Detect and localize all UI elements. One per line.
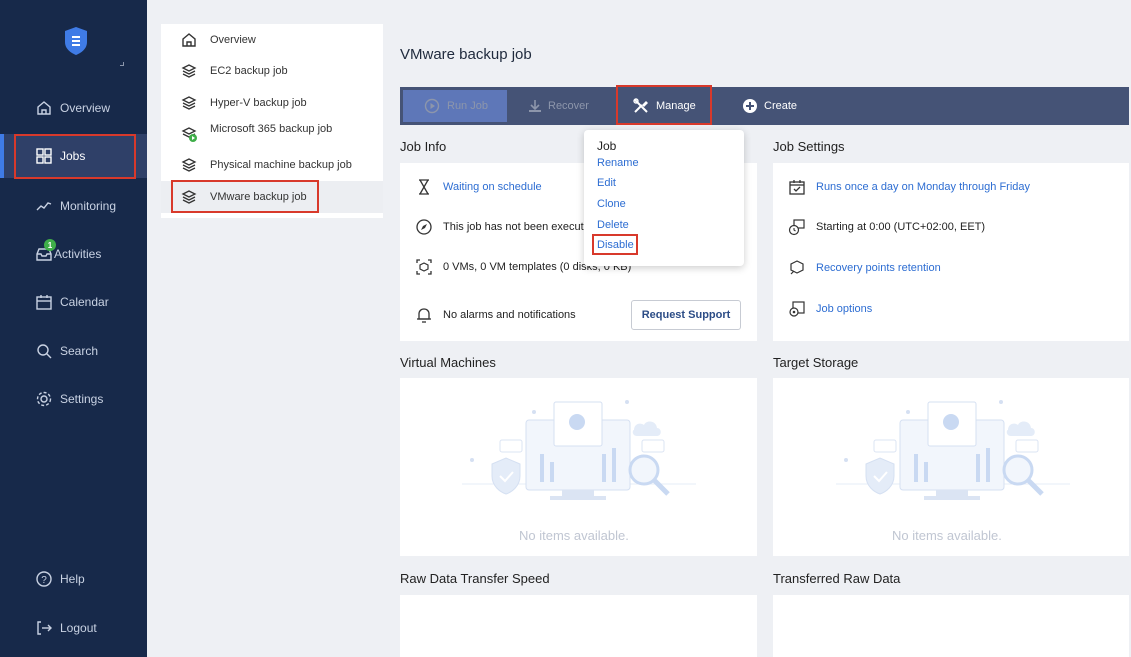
menu-item-delete[interactable]: Delete: [597, 219, 629, 231]
create-button[interactable]: Create: [742, 87, 797, 125]
compass-icon: [416, 219, 432, 235]
inbox-icon: 1: [34, 239, 56, 264]
job-options-link[interactable]: Job options: [816, 303, 872, 315]
tree-item-overview[interactable]: Overview: [180, 25, 256, 55]
start-time-row: Starting at 0:00 (UTC+02:00, EET): [788, 218, 985, 236]
create-label: Create: [764, 100, 798, 112]
tree-item-ec2[interactable]: EC2 backup job: [180, 56, 288, 86]
bell-icon: [417, 308, 431, 323]
download-icon: [529, 100, 541, 112]
menu-item-rename[interactable]: Rename: [597, 157, 639, 169]
request-support-button[interactable]: Request Support: [631, 300, 741, 330]
app-logo: [65, 27, 87, 55]
nav-overview[interactable]: Overview: [0, 86, 147, 130]
gear-icon: [34, 389, 54, 409]
left-navigation: Overview Jobs Monitoring 1 Activities Ca…: [0, 0, 147, 657]
recover-label: Recover: [548, 100, 589, 112]
nav-label: Help: [60, 572, 85, 586]
dropdown-header: Job: [597, 139, 617, 153]
retention-icon: [790, 260, 804, 275]
tree-item-physical[interactable]: Physical machine backup job: [180, 150, 352, 180]
job-status-row: Waiting on schedule: [415, 178, 542, 196]
search-icon: [34, 341, 54, 361]
tree-item-label: Physical machine backup job: [210, 159, 352, 171]
nav-label: Search: [60, 344, 99, 358]
tree-item-label: Microsoft 365 backup job: [210, 123, 333, 135]
menu-item-clone[interactable]: Clone: [597, 198, 626, 210]
retention-row: Recovery points retention: [788, 259, 941, 277]
empty-state-illustration: [836, 400, 1070, 500]
highlight-disable: [592, 234, 638, 255]
page-title: VMware backup job: [400, 46, 532, 63]
vm-icon: [416, 259, 432, 275]
calendar-check-icon: [789, 180, 805, 195]
job-execution-text: This job has not been execut: [443, 221, 584, 233]
highlight-jobs: [14, 134, 136, 179]
logout-icon: [34, 618, 54, 638]
run-job-label: Run Job: [447, 100, 488, 112]
schedule-row: Runs once a day on Monday through Friday: [788, 178, 1030, 196]
nav-label: Overview: [60, 101, 111, 115]
nav-logout[interactable]: Logout: [0, 606, 147, 650]
home-icon: [34, 98, 54, 118]
retention-link[interactable]: Recovery points retention: [816, 262, 941, 274]
collapse-icon[interactable]: [120, 62, 124, 66]
activities-badge: 1: [44, 239, 56, 251]
nav-search[interactable]: Search: [0, 329, 147, 373]
pulse-icon: [34, 196, 54, 216]
nav-label: Activities: [54, 247, 102, 261]
raw-transferred-card: [773, 595, 1129, 657]
play-icon: [424, 98, 440, 114]
tree-item-label: Overview: [210, 34, 256, 46]
plus-circle-icon: [743, 99, 757, 113]
virtual-machines-title: Virtual Machines: [400, 355, 496, 370]
tree-item-label: EC2 backup job: [210, 65, 288, 77]
start-time-text: Starting at 0:00 (UTC+02:00, EET): [816, 221, 986, 233]
recover-button[interactable]: Recover: [527, 87, 589, 125]
nav-label: Calendar: [60, 295, 109, 309]
target-storage-title: Target Storage: [773, 355, 859, 370]
hourglass-icon: [419, 179, 429, 195]
job-options-row: Job options: [788, 300, 872, 318]
nav-monitoring[interactable]: Monitoring: [0, 184, 147, 228]
storage-empty-text: No items available.: [892, 528, 1002, 543]
tree-item-m365[interactable]: Microsoft 365 backup job: [180, 119, 332, 149]
job-alarms-row: No alarms and notifications: [415, 306, 576, 324]
empty-state-illustration: [462, 400, 696, 500]
clock-calendar-icon: [788, 219, 805, 236]
raw-transferred-title: Transferred Raw Data: [773, 571, 901, 586]
nav-help[interactable]: ? Help: [0, 557, 147, 601]
home-icon: [182, 33, 196, 47]
raw-speed-title: Raw Data Transfer Speed: [400, 571, 550, 586]
job-execution-row: This job has not been execut: [415, 218, 584, 236]
backup-job-icon: [181, 64, 197, 78]
nav-activities[interactable]: 1 Activities: [0, 232, 147, 276]
run-job-button[interactable]: Run Job: [424, 87, 488, 125]
job-status-link[interactable]: Waiting on schedule: [443, 181, 542, 193]
nav-label: Monitoring: [60, 199, 117, 213]
help-icon: ?: [34, 569, 54, 589]
backup-job-running-icon: [181, 127, 197, 142]
settings-window-icon: [789, 301, 805, 317]
nav-label: Settings: [60, 392, 104, 406]
menu-item-edit[interactable]: Edit: [597, 177, 616, 189]
calendar-icon: [34, 292, 54, 312]
tree-item-hyperv[interactable]: Hyper-V backup job: [180, 88, 307, 118]
job-info-title: Job Info: [400, 139, 447, 154]
job-alarms-text: No alarms and notifications: [443, 309, 576, 321]
highlight-vmware-job: [171, 180, 319, 213]
schedule-link[interactable]: Runs once a day on Monday through Friday: [816, 181, 1030, 193]
nav-calendar[interactable]: Calendar: [0, 280, 147, 324]
tree-item-label: Hyper-V backup job: [210, 97, 307, 109]
job-settings-title: Job Settings: [773, 139, 845, 154]
vm-empty-text: No items available.: [519, 528, 629, 543]
nav-label: Logout: [60, 621, 97, 635]
nav-settings[interactable]: Settings: [0, 377, 147, 421]
svg-text:?: ?: [41, 575, 47, 586]
highlight-manage: [616, 85, 712, 125]
backup-job-icon: [181, 96, 197, 110]
backup-job-icon: [181, 158, 197, 172]
raw-speed-card: [400, 595, 757, 657]
